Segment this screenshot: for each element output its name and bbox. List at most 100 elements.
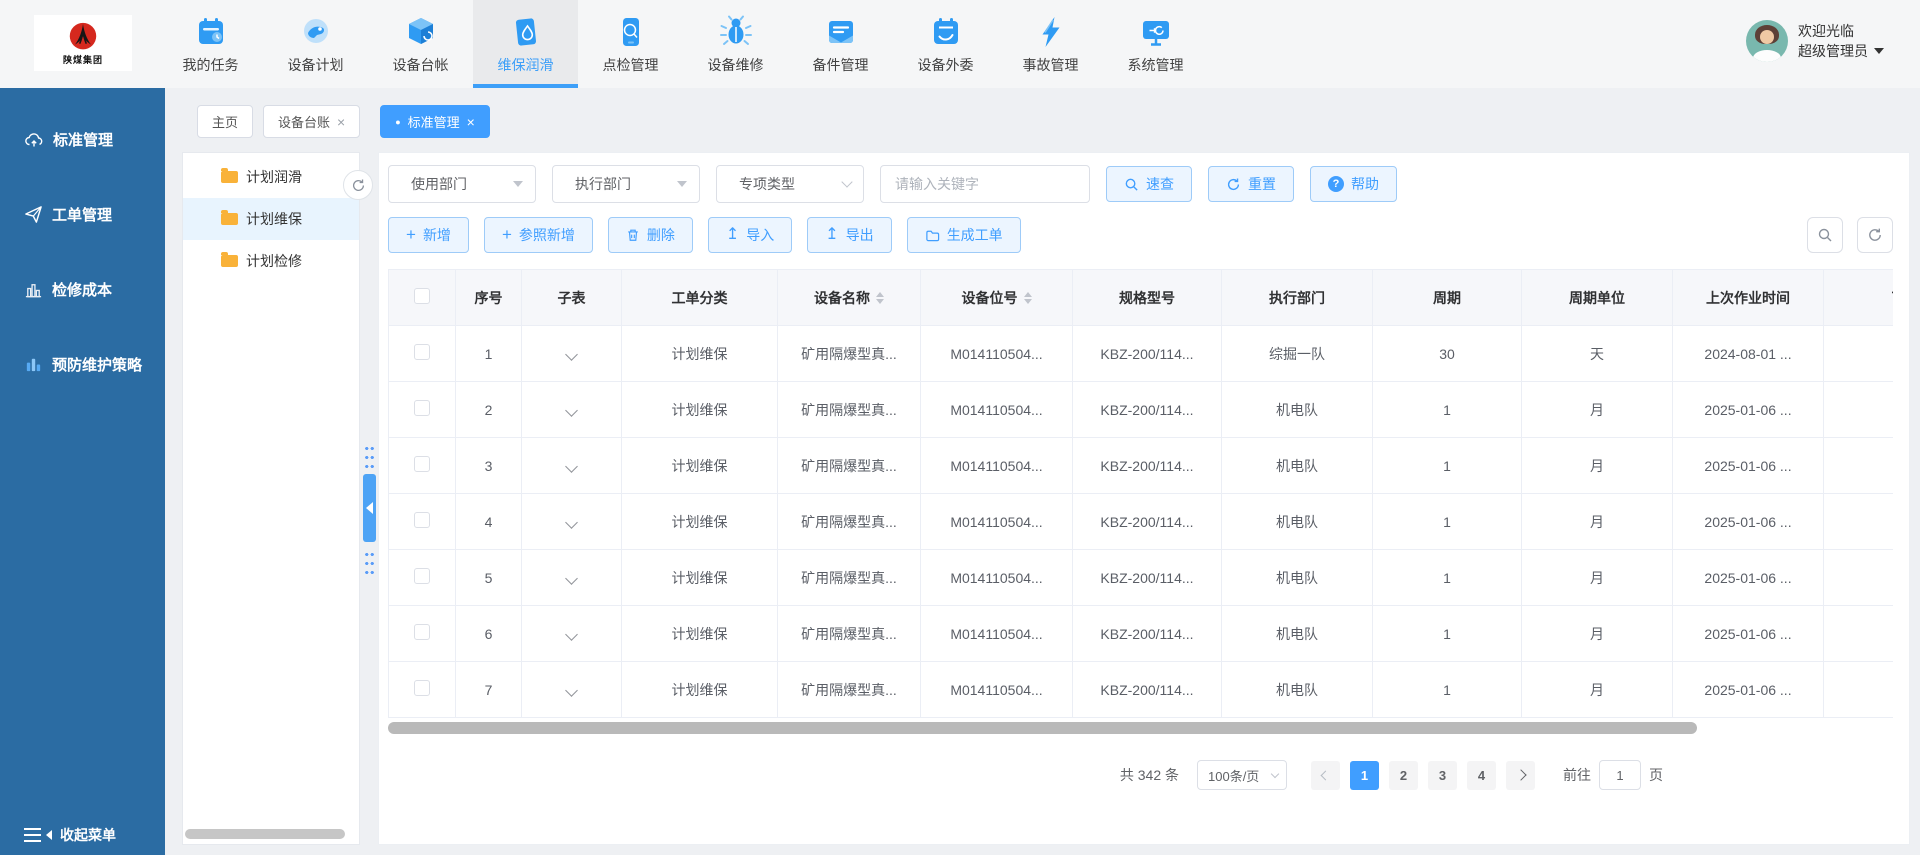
export-button[interactable]: ↥ 导出 [807,217,891,253]
nav-label: 设备台帐 [393,55,449,75]
upload-icon: ↥ [726,227,739,243]
keyword-input[interactable] [880,165,1090,203]
expand-chevron-icon[interactable] [565,460,578,473]
nav-item-equipment-ledger[interactable]: 设备台帐 [368,0,473,88]
task-calendar-icon [193,14,229,50]
scrollbar-thumb[interactable] [388,722,1697,734]
sidebar-item-label: 标准管理 [53,129,113,150]
select-all-checkbox[interactable] [414,288,430,304]
user-menu[interactable]: 欢迎光临 超级管理员 [1746,20,1884,62]
next-page-button[interactable] [1506,761,1535,790]
select-value: 专项类型 [739,174,795,194]
expand-chevron-icon[interactable] [565,516,578,529]
expand-chevron-icon[interactable] [565,404,578,417]
page-size-select[interactable]: 100条/页 [1197,760,1287,790]
user-dropdown-caret-icon[interactable] [1874,48,1884,54]
expand-chevron-icon[interactable] [565,684,578,697]
tree-item-planned-maintenance[interactable]: 计划维保 [183,198,359,240]
add-button[interactable]: + 新增 [388,217,469,253]
main-area: 主页 设备台账 × ● 标准管理 × 计划润滑 计划维保 [165,88,1920,855]
splitter-collapse-handle[interactable] [363,474,376,542]
drag-dots-icon[interactable] [364,550,375,576]
table-row[interactable]: 5 计划维保 矿用隔爆型真... M014110504... KBZ-200/1… [389,550,1894,606]
sidebar-item-preventive-strategy[interactable]: 预防维护策略 [0,327,165,402]
quick-search-button[interactable]: 速查 [1106,166,1192,202]
add-by-reference-button[interactable]: + 参照新增 [484,217,593,253]
row-checkbox[interactable] [414,624,430,640]
drag-dots-icon[interactable] [364,444,375,470]
tab-equipment-ledger[interactable]: 设备台账 × [263,105,360,138]
tab-home[interactable]: 主页 [197,105,253,138]
sidebar-item-standard-management[interactable]: 标准管理 [0,102,165,177]
folder-icon [221,171,238,183]
close-icon[interactable]: × [467,114,475,130]
plus-icon: + [502,226,512,243]
delete-button[interactable]: 删除 [608,217,693,253]
row-checkbox[interactable] [414,400,430,416]
page-button-1[interactable]: 1 [1350,761,1379,790]
sidebar-item-repair-cost[interactable]: 检修成本 [0,252,165,327]
tree-horizontal-scrollbar[interactable] [185,829,345,839]
user-greeting: 欢迎光临 [1798,21,1884,41]
upload-icon: ↥ [825,227,838,243]
prev-page-button[interactable] [1311,761,1340,790]
help-button[interactable]: ? 帮助 [1310,166,1397,202]
table-row[interactable]: 7 计划维保 矿用隔爆型真... M014110504... KBZ-200/1… [389,662,1894,718]
nav-item-system-management[interactable]: 系统管理 [1103,0,1208,88]
col-device-name[interactable]: 设备名称 [778,270,921,326]
nav-label: 设备计划 [288,55,344,75]
col-device-tag[interactable]: 设备位号 [921,270,1073,326]
active-dot-icon: ● [395,117,400,127]
nav-item-spot-inspection[interactable]: 点检管理 [578,0,683,88]
row-checkbox[interactable] [414,680,430,696]
ledger-cube-icon [403,14,439,50]
page-button-4[interactable]: 4 [1467,761,1496,790]
list-panel: 使用部门 执行部门 专项类型 速查 [378,152,1910,845]
collapse-menu-button[interactable]: 收起菜单 [24,825,116,845]
col-next-time: 下次作业时间 [1824,270,1894,326]
nav-item-equipment-repair[interactable]: 设备维修 [683,0,788,88]
exec-department-select[interactable]: 执行部门 [552,165,700,203]
nav-item-equipment-outsourcing[interactable]: 设备外委 [893,0,998,88]
table-row[interactable]: 1 计划维保 矿用隔爆型真... M014110504... KBZ-200/1… [389,326,1894,382]
page-button-2[interactable]: 2 [1389,761,1418,790]
avatar[interactable] [1746,20,1788,62]
page-button-3[interactable]: 3 [1428,761,1457,790]
nav-item-accident-management[interactable]: 事故管理 [998,0,1103,88]
row-checkbox[interactable] [414,512,430,528]
nav-item-equipment-plan[interactable]: 设备计划 [263,0,368,88]
sort-icon[interactable] [876,292,884,304]
nav-item-spare-parts[interactable]: 备件管理 [788,0,893,88]
table-refresh-button[interactable] [1857,217,1893,253]
sort-icon[interactable] [1024,292,1032,304]
row-checkbox[interactable] [414,344,430,360]
col-cycle: 周期 [1373,270,1522,326]
use-department-select[interactable]: 使用部门 [388,165,536,203]
reset-button[interactable]: 重置 [1208,166,1294,202]
nav-item-maintenance-lubrication[interactable]: 维保润滑 [473,0,578,88]
import-button[interactable]: ↥ 导入 [708,217,792,253]
expand-chevron-icon[interactable] [565,628,578,641]
tab-standard-management[interactable]: ● 标准管理 × [380,105,490,138]
col-last-time: 上次作业时间 [1673,270,1824,326]
generate-workorder-button[interactable]: 生成工单 [907,217,1021,253]
table-row[interactable]: 2 计划维保 矿用隔爆型真... M014110504... KBZ-200/1… [389,382,1894,438]
table-horizontal-scrollbar [388,722,1893,734]
expand-chevron-icon[interactable] [565,572,578,585]
nav-item-my-tasks[interactable]: 我的任务 [158,0,263,88]
column-search-button[interactable] [1807,217,1843,253]
sidebar-item-workorder-management[interactable]: 工单管理 [0,177,165,252]
special-type-select[interactable]: 专项类型 [716,165,864,203]
row-checkbox[interactable] [414,456,430,472]
row-checkbox[interactable] [414,568,430,584]
close-icon[interactable]: × [337,114,345,130]
table-row[interactable]: 3 计划维保 矿用隔爆型真... M014110504... KBZ-200/1… [389,438,1894,494]
tab-label: 设备台账 [278,112,330,131]
table-row[interactable]: 6 计划维保 矿用隔爆型真... M014110504... KBZ-200/1… [389,606,1894,662]
expand-chevron-icon[interactable] [565,348,578,361]
tree-item-planned-lubrication[interactable]: 计划润滑 [183,156,359,198]
table-row[interactable]: 4 计划维保 矿用隔爆型真... M014110504... KBZ-200/1… [389,494,1894,550]
goto-page-input[interactable] [1599,760,1641,790]
tree-item-planned-overhaul[interactable]: 计划检修 [183,240,359,282]
tree-refresh-button[interactable] [343,170,373,200]
